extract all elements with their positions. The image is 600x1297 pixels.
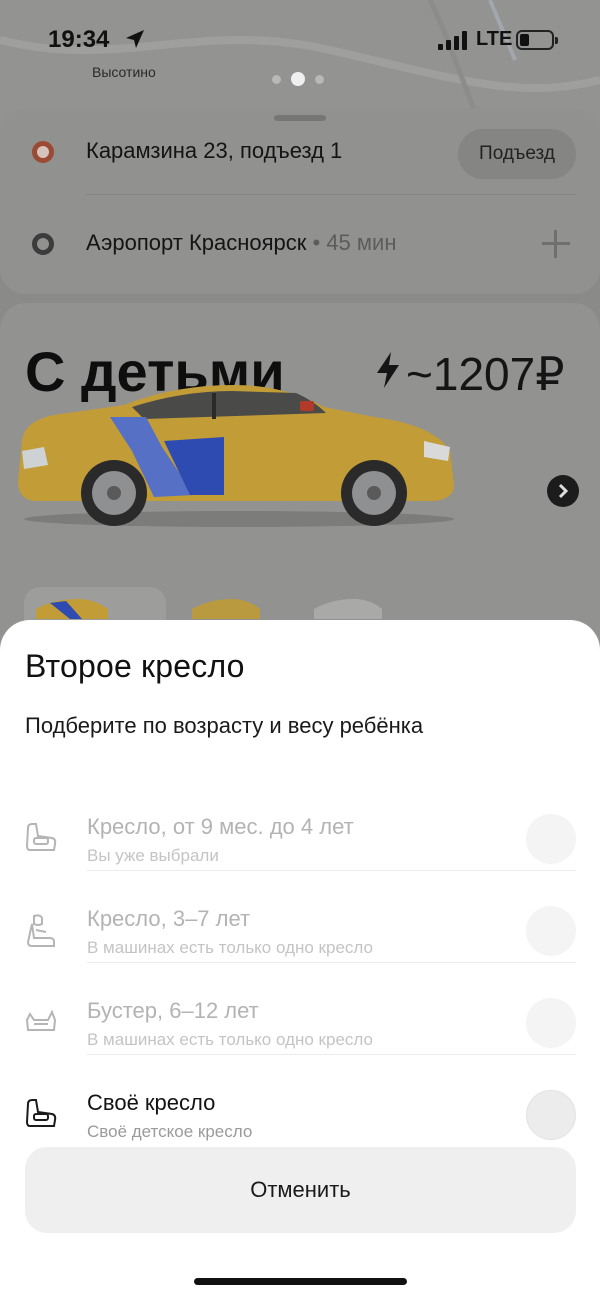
option-divider	[87, 962, 576, 963]
route-destination-row[interactable]: Аэропорт Красноярск • 45 мин	[0, 200, 600, 290]
option-description: В машинах есть только одно кресло	[87, 938, 373, 957]
origin-dot-icon	[32, 141, 54, 163]
option-radio[interactable]	[526, 814, 576, 864]
cancel-button[interactable]: Отменить	[25, 1147, 576, 1233]
booster-seat-icon	[24, 1006, 58, 1039]
trip-duration: • 45 мин	[306, 230, 397, 255]
option-divider	[87, 1054, 576, 1055]
origin-address: Карамзина 23, подъезд 1	[86, 138, 343, 163]
option-description: В машинах есть только одно кресло	[87, 1030, 373, 1049]
option-divider	[87, 870, 576, 871]
page-dot	[272, 74, 281, 84]
route-divider	[86, 194, 576, 195]
network-type: LTE	[476, 28, 513, 50]
page-dot-active	[291, 72, 305, 86]
map-place-label: Высотино	[92, 64, 156, 80]
destination-dot-icon	[32, 233, 54, 255]
option-radio[interactable]	[526, 1090, 576, 1140]
status-bar: 19:34 LTE	[0, 22, 600, 62]
entrance-button[interactable]: Подъезд	[458, 129, 576, 179]
destination-address: Аэропорт Красноярск • 45 мин	[86, 230, 396, 256]
car-image	[14, 381, 464, 536]
own-seat-icon	[24, 1098, 58, 1135]
option-description: Своё детское кресло	[87, 1122, 253, 1141]
option-label: Бустер, 6–12 лет	[87, 998, 259, 1023]
option-label: Кресло, от 9 мес. до 4 лет	[87, 814, 354, 839]
route-origin-row[interactable]: Карамзина 23, подъезд 1 Подъезд	[0, 108, 600, 198]
next-tariff-button[interactable]	[547, 475, 579, 507]
child-seat-icon	[24, 914, 58, 953]
route-card: Карамзина 23, подъезд 1 Подъезд Аэропорт…	[0, 108, 600, 294]
sheet-subtitle: Подберите по возрасту и весу ребёнка	[25, 713, 424, 738]
page-dot	[315, 74, 324, 84]
destination-name: Аэропорт Красноярск	[86, 230, 307, 255]
home-indicator[interactable]	[194, 1278, 407, 1285]
page-indicator	[272, 72, 324, 86]
cellular-signal-icon	[438, 30, 467, 50]
battery-icon	[516, 30, 558, 50]
add-stop-icon[interactable]	[540, 228, 572, 260]
second-seat-sheet: Второе кресло Подберите по возрасту и ве…	[0, 620, 600, 1297]
sheet-title: Второе кресло	[25, 648, 245, 684]
option-radio[interactable]	[526, 998, 576, 1048]
option-label: Кресло, 3–7 лет	[87, 906, 251, 931]
option-label: Своё кресло	[87, 1090, 216, 1115]
child-seat-icon	[24, 822, 58, 859]
option-description: Вы уже выбрали	[87, 846, 219, 865]
option-radio[interactable]	[526, 906, 576, 956]
clock: 19:34	[48, 26, 110, 53]
location-arrow-icon	[124, 28, 146, 55]
